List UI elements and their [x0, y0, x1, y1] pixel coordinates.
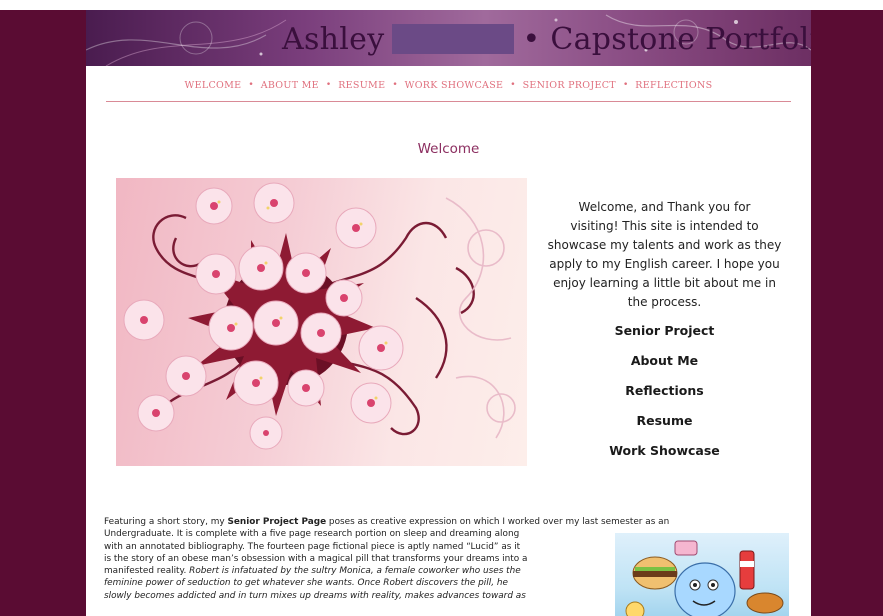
link-senior-project[interactable]: Senior Project	[532, 321, 797, 351]
body-text-italic: slowly becomes addicted and in turn mixe…	[104, 590, 526, 601]
nav-link-resume[interactable]: RESUME	[338, 80, 385, 91]
nav-separator: •	[622, 80, 629, 90]
page-heading: Welcome	[417, 141, 480, 157]
senior-project-page-emphasis: Senior Project Page	[227, 517, 327, 527]
main-navigation: WELCOME • ABOUT ME • RESUME • WORK SHOWC…	[86, 66, 811, 104]
top-strip	[0, 0, 883, 10]
header-banner: Ashley • Capstone Portfolio	[86, 10, 811, 66]
cartoon-illustration-image	[615, 533, 789, 616]
nav-link-welcome[interactable]: WELCOME	[185, 80, 242, 91]
redacted-name-block	[392, 24, 515, 54]
nav-separator: •	[325, 80, 332, 90]
floral-hero-image	[116, 178, 527, 466]
nav-link-reflections[interactable]: REFLECTIONS	[635, 80, 712, 91]
link-reflections[interactable]: Reflections	[532, 381, 797, 411]
link-about-me[interactable]: About Me	[532, 351, 797, 381]
intro-line: apply to my English career. I hope you	[549, 257, 780, 271]
intro-line: visiting! This site is intended to	[570, 219, 759, 233]
body-text-run: manifested reality.	[104, 566, 190, 577]
body-text-run: poses as creative expression on which I …	[326, 517, 670, 527]
link-work-showcase[interactable]: Work Showcase	[532, 441, 797, 471]
intro-line: enjoy learning a little bit about me in	[553, 276, 776, 290]
intro-line: the process.	[627, 295, 702, 309]
site-title-rest: • Capstone Portfolio	[522, 22, 811, 57]
body-text-italic: feminine power of seduction to get whate…	[104, 578, 508, 589]
intro-line: Welcome, and Thank you for	[578, 200, 751, 214]
body-text-run: Featuring a short story, my	[104, 517, 228, 527]
nav-link-about-me[interactable]: ABOUT ME	[261, 80, 319, 91]
cartoon-food-illustration	[625, 540, 784, 616]
nav-separator: •	[510, 80, 516, 90]
nav-separator: •	[248, 80, 254, 90]
link-resume[interactable]: Resume	[532, 411, 797, 441]
floral-illustration	[123, 182, 516, 450]
body-text-italic: Robert is infatuated by the sultry Monic…	[189, 566, 521, 577]
nav-link-senior-project[interactable]: SENIOR PROJECT	[523, 80, 616, 91]
site-title-first-name: Ashley	[282, 22, 385, 57]
intro-line: showcase my talents and work as they	[547, 238, 782, 252]
nav-separator: •	[392, 80, 398, 90]
welcome-intro: Welcome, and Thank you for visiting! Thi…	[532, 198, 797, 312]
site-title: Ashley • Capstone Portfolio	[282, 22, 811, 57]
nav-link-work-showcase[interactable]: WORK SHOWCASE	[405, 80, 504, 91]
nav-divider	[106, 101, 791, 102]
page-container: Ashley • Capstone Portfolio WELCOME • ABO…	[86, 10, 811, 616]
quick-links: Senior Project About Me Reflections Resu…	[532, 321, 797, 471]
body-line-1: Featuring a short story, my Senior Proje…	[104, 516, 794, 528]
